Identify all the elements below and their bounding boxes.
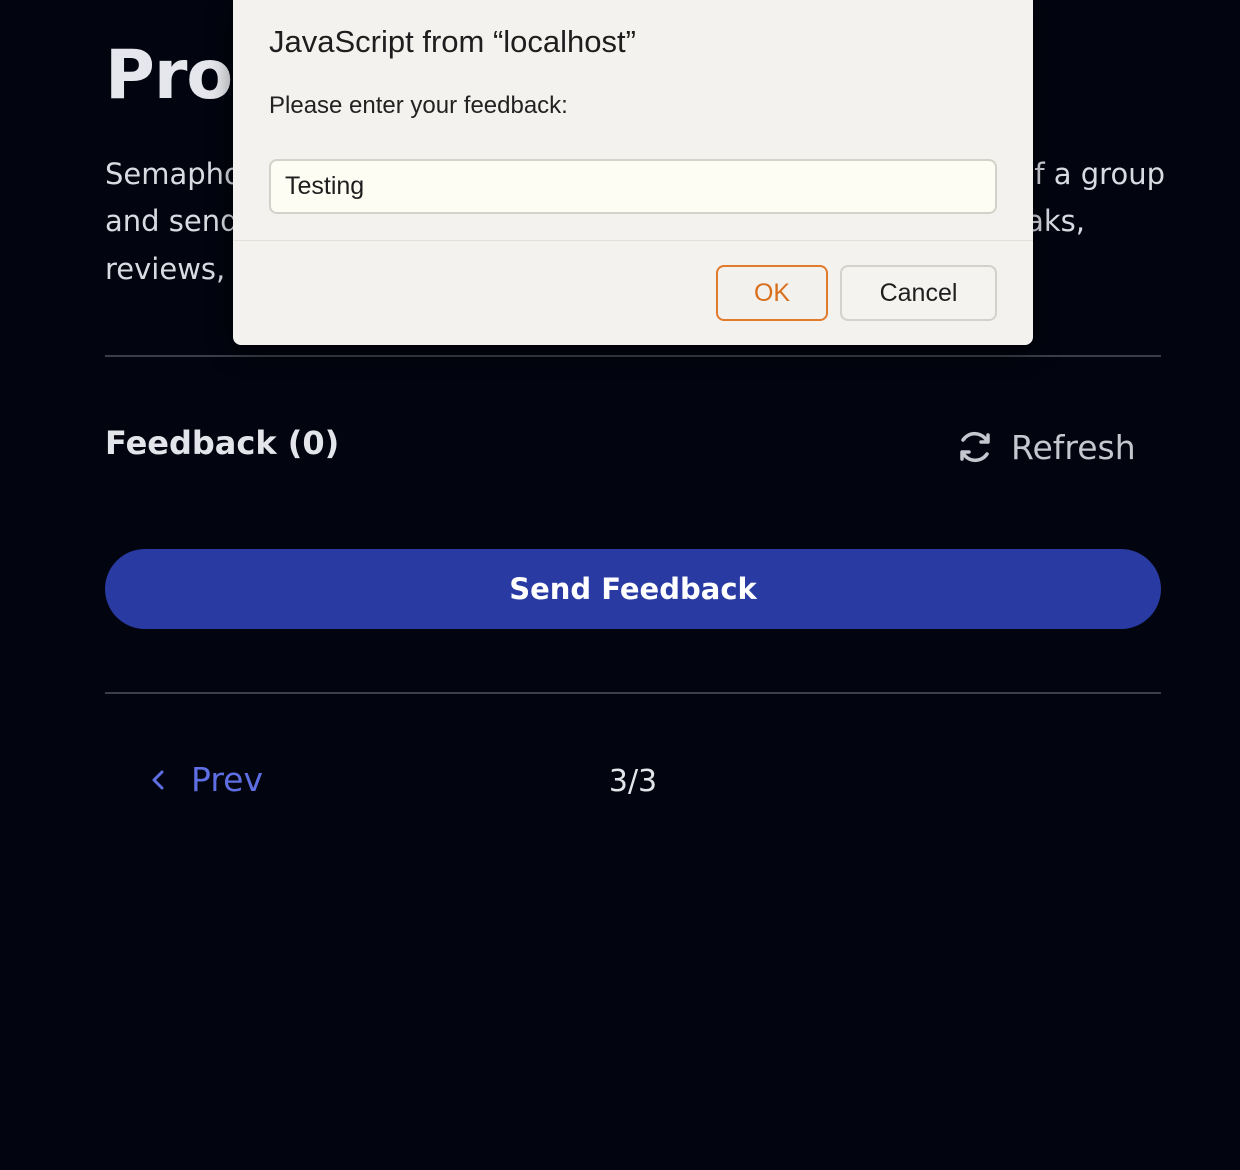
description-line-1-right: f a group [1034,157,1165,191]
prev-page-button[interactable]: Prev [145,760,263,799]
feedback-count-heading: Feedback (0) [105,424,340,462]
refresh-button[interactable]: Refresh [955,424,1136,470]
section-divider-top [105,355,1161,357]
send-feedback-button[interactable]: Send Feedback [105,549,1161,629]
description-line-2-right: aks, [1026,204,1085,238]
description-line-2-left: and send [105,204,239,238]
section-divider-bottom [105,692,1161,694]
dialog-title: JavaScript from “localhost” [269,24,636,59]
cancel-button[interactable]: Cancel [840,265,997,321]
description-line-3-left: reviews, f [105,252,245,286]
js-prompt-dialog: JavaScript from “localhost” Please enter… [233,0,1033,345]
dialog-message: Please enter your feedback: [269,92,568,119]
chevron-left-icon [145,767,171,793]
refresh-label: Refresh [1011,427,1136,467]
prev-label: Prev [191,760,263,799]
feedback-input[interactable] [269,159,997,214]
dialog-separator [233,240,1033,241]
description-line-1-left: Semapho [105,157,242,191]
refresh-icon [955,427,995,467]
ok-button[interactable]: OK [716,265,828,321]
pagination-counter: 3/3 [608,764,658,799]
